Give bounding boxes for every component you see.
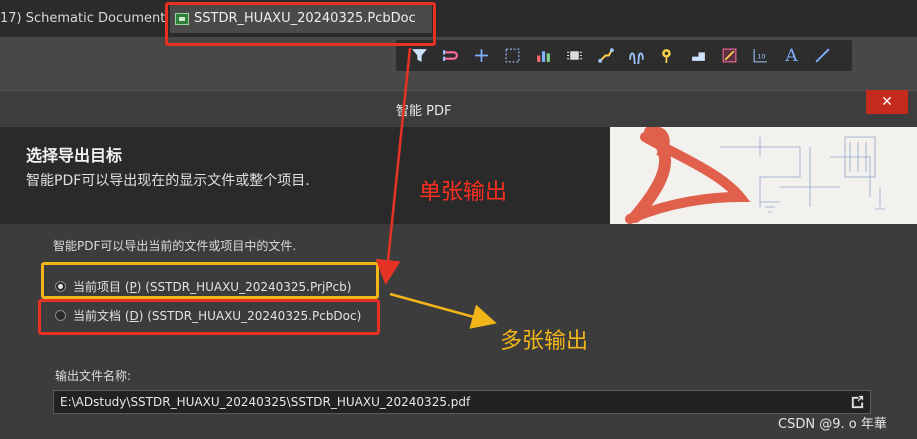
output-filename-label: 输出文件名称: bbox=[55, 369, 132, 383]
dimension-icon[interactable]: 10 bbox=[745, 43, 776, 69]
page-subtitle: 智能PDF可以导出现在的显示文件或整个项目. bbox=[26, 173, 310, 189]
chart-icon[interactable] bbox=[528, 43, 559, 69]
plus-icon[interactable] bbox=[466, 43, 497, 69]
svg-text:10: 10 bbox=[757, 53, 765, 61]
filter-icon[interactable] bbox=[404, 43, 435, 69]
annotation-multi-output: 多张输出 bbox=[500, 329, 589, 354]
close-button[interactable]: ✕ bbox=[866, 90, 908, 114]
page-title: 选择导出目标 bbox=[26, 146, 123, 165]
text-icon[interactable]: A bbox=[776, 43, 807, 69]
annotation-box-pcb-tab bbox=[165, 2, 436, 46]
watermark-text: CSDN @9. o 年華 bbox=[778, 417, 887, 432]
select-rect-icon[interactable] bbox=[497, 43, 528, 69]
arc-route-icon[interactable] bbox=[621, 43, 652, 69]
pcb-active-toolbar: 10 A bbox=[396, 40, 852, 71]
fill-icon[interactable] bbox=[683, 43, 714, 69]
output-filename-field[interactable]: E:\ADstudy\SSTDR_HUAXU_20240325\SSTDR_HU… bbox=[53, 390, 871, 414]
pdf-banner-image bbox=[610, 127, 917, 224]
browse-icon[interactable] bbox=[850, 394, 865, 409]
component-icon[interactable] bbox=[559, 43, 590, 69]
annotation-box-project bbox=[41, 262, 379, 299]
line-icon[interactable] bbox=[807, 43, 838, 69]
via-icon[interactable] bbox=[652, 43, 683, 69]
tab-schematic-document[interactable]: 17) Schematic Document▼ bbox=[0, 7, 178, 31]
intro-text: 智能PDF可以导出当前的文件或项目中的文件. bbox=[53, 239, 297, 253]
annotation-single-output: 单张输出 bbox=[419, 180, 508, 205]
document-tab-bar: 17) Schematic Document▼ SSTDR_HUAXU_2024… bbox=[0, 0, 917, 37]
dialog-title-bar: 智能 PDF bbox=[0, 90, 917, 127]
route-icon[interactable] bbox=[435, 43, 466, 69]
annotation-box-document bbox=[38, 299, 380, 335]
dialog-title: 智能 PDF bbox=[396, 104, 452, 119]
tab-schematic-label: 17) Schematic Document bbox=[0, 11, 166, 26]
polygon-icon[interactable] bbox=[714, 43, 745, 69]
interactive-route-icon[interactable] bbox=[590, 43, 621, 69]
